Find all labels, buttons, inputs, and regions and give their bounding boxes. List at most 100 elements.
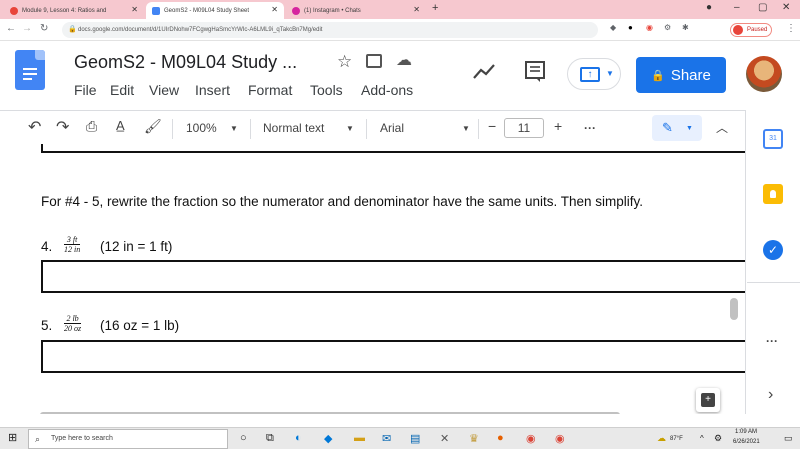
chevron-down-icon[interactable]: ▼ <box>462 124 470 133</box>
share-button[interactable]: 🔒 Share <box>636 57 726 93</box>
calendar-icon[interactable]: 31 <box>763 129 783 149</box>
new-tab-button[interactable]: + <box>432 2 438 14</box>
extension-icon[interactable]: ◉ <box>646 23 653 32</box>
taskbar-search-input[interactable]: ⌕ Type here to search <box>28 429 228 449</box>
close-tab-icon[interactable]: ✕ <box>413 5 420 14</box>
spellcheck-icon[interactable]: A̲ <box>116 118 125 133</box>
hide-menus-icon[interactable]: ︿ <box>716 119 728 136</box>
weather-icon[interactable]: ☁ <box>657 433 666 444</box>
store-icon[interactable]: ◆ <box>324 432 332 445</box>
tab-label: (1) Instagram • Chats <box>304 7 361 14</box>
decrease-font-size-button[interactable]: − <box>488 118 496 134</box>
tasks-icon[interactable]: ✓ <box>763 240 783 260</box>
reload-icon[interactable]: ↻ <box>40 23 48 34</box>
extensions-puzzle-icon[interactable]: ✱ <box>682 23 689 32</box>
app-icon[interactable]: ♛ <box>469 432 479 445</box>
network-icon[interactable]: ⚙ <box>714 433 722 444</box>
browser-tab-strip: Module 9, Lesson 4: Ratios and ✕ GeomS2 … <box>0 0 800 19</box>
url-input[interactable]: 🔒 docs.google.com/document/d/1UIrDNohw7F… <box>62 22 598 38</box>
expand-panel-icon[interactable]: › <box>768 386 773 404</box>
present-button[interactable]: ↑ ▼ <box>567 58 621 90</box>
menu-tools[interactable]: Tools <box>310 82 343 98</box>
forward-icon[interactable]: → <box>22 23 32 34</box>
instagram-favicon-icon <box>292 6 300 15</box>
browser-tab-instagram[interactable]: (1) Instagram • Chats ✕ <box>286 2 426 19</box>
lock-icon: 🔒 <box>651 69 665 82</box>
menu-file[interactable]: File <box>74 82 97 98</box>
previous-answer-box[interactable] <box>41 144 745 153</box>
clock-date[interactable]: 6/26/2021 <box>733 439 760 445</box>
browser-tab-docs[interactable]: GeomS2 - M09L04 Study Sheet ✕ <box>146 2 284 19</box>
question-number: 4. <box>41 239 53 254</box>
notifications-icon[interactable]: ▭ <box>784 433 793 444</box>
profile-button[interactable]: Paused <box>730 23 772 37</box>
answer-box[interactable] <box>41 340 745 373</box>
clock-time[interactable]: 1:09 AM <box>735 429 757 435</box>
editing-mode-button[interactable]: ✎ ▼ <box>652 115 702 141</box>
paint-format-icon[interactable]: 🖌 <box>144 118 162 135</box>
user-avatar[interactable] <box>746 56 782 92</box>
comments-icon[interactable] <box>524 60 546 84</box>
share-label: Share <box>670 66 711 84</box>
app-icon[interactable]: ✕ <box>440 432 449 445</box>
close-tab-icon[interactable]: ✕ <box>131 5 138 14</box>
minimize-icon[interactable]: – <box>734 2 740 13</box>
edge-icon[interactable]: ◐ <box>295 432 302 444</box>
more-tools-button[interactable]: ··· <box>584 121 596 135</box>
chevron-down-icon[interactable]: ▼ <box>230 124 238 133</box>
chrome-icon[interactable]: ◉ <box>526 432 536 445</box>
maximize-icon[interactable]: ▢ <box>758 2 767 13</box>
menu-edit[interactable]: Edit <box>110 82 134 98</box>
zoom-select[interactable]: 100% <box>186 121 217 135</box>
firefox-icon[interactable]: ● <box>497 432 504 444</box>
chevron-up-icon[interactable]: ^ <box>700 434 704 443</box>
app-icon[interactable]: ▤ <box>410 432 420 445</box>
search-icon: ⌕ <box>35 434 41 444</box>
browser-menu-icon[interactable]: ⋮ <box>786 23 796 34</box>
redo-icon[interactable]: ↷ <box>56 117 69 137</box>
horizontal-scrollbar-thumb[interactable] <box>40 412 620 414</box>
cloud-status-icon[interactable]: ☁ <box>396 50 412 70</box>
explore-button[interactable]: + <box>696 388 720 412</box>
menu-view[interactable]: View <box>149 82 179 98</box>
answer-box[interactable] <box>41 260 745 293</box>
menu-format[interactable]: Format <box>248 82 292 98</box>
docs-logo-icon[interactable] <box>15 50 45 90</box>
activity-trend-icon[interactable] <box>472 62 496 82</box>
extension-icon[interactable]: ● <box>628 23 633 32</box>
extension-icon[interactable]: ⚙ <box>664 23 671 32</box>
chrome-icon[interactable]: ◉ <box>555 432 565 445</box>
present-icon: ↑ <box>580 67 600 82</box>
move-folder-icon[interactable] <box>366 54 382 68</box>
font-select[interactable]: Arial <box>380 121 404 135</box>
keep-icon[interactable] <box>763 184 783 204</box>
close-window-icon[interactable]: ✕ <box>782 2 790 13</box>
back-icon[interactable]: ← <box>6 23 16 34</box>
vertical-scrollbar-thumb[interactable] <box>730 298 738 320</box>
chevron-down-icon: ▼ <box>686 125 693 132</box>
menu-add-ons[interactable]: Add-ons <box>361 82 413 98</box>
temperature[interactable]: 87°F <box>670 436 683 442</box>
file-explorer-icon[interactable]: ▬ <box>354 432 365 444</box>
tab-label: Module 9, Lesson 4: Ratios and <box>22 7 107 14</box>
star-icon[interactable]: ☆ <box>337 52 352 72</box>
undo-icon[interactable]: ↶ <box>28 117 41 137</box>
get-add-ons-button[interactable]: ··· <box>766 334 778 348</box>
increase-font-size-button[interactable]: + <box>554 118 562 134</box>
cortana-icon[interactable]: ○ <box>240 432 247 444</box>
document-page[interactable]: For #4 - 5, rewrite the fraction so the … <box>0 144 745 414</box>
font-size-input[interactable]: 11 <box>504 118 544 138</box>
close-tab-icon[interactable]: ✕ <box>271 5 278 14</box>
paragraph-style-select[interactable]: Normal text <box>263 121 324 135</box>
menu-insert[interactable]: Insert <box>195 82 230 98</box>
task-view-icon[interactable]: ⧉ <box>266 432 274 445</box>
browser-tab-module[interactable]: Module 9, Lesson 4: Ratios and ✕ <box>4 2 144 19</box>
extension-icon[interactable]: ◆ <box>610 23 616 32</box>
print-icon[interactable]: ⎙ <box>86 118 97 135</box>
chevron-down-icon[interactable]: ▼ <box>346 124 354 133</box>
tab-label: GeomS2 - M09L04 Study Sheet <box>164 7 250 14</box>
windows-start-icon[interactable]: ⊞ <box>8 431 17 444</box>
tab-search-icon[interactable]: ● <box>706 2 712 13</box>
document-title[interactable]: GeomS2 - M09L04 Study ... <box>74 52 297 73</box>
mail-icon[interactable]: ✉ <box>382 432 391 445</box>
